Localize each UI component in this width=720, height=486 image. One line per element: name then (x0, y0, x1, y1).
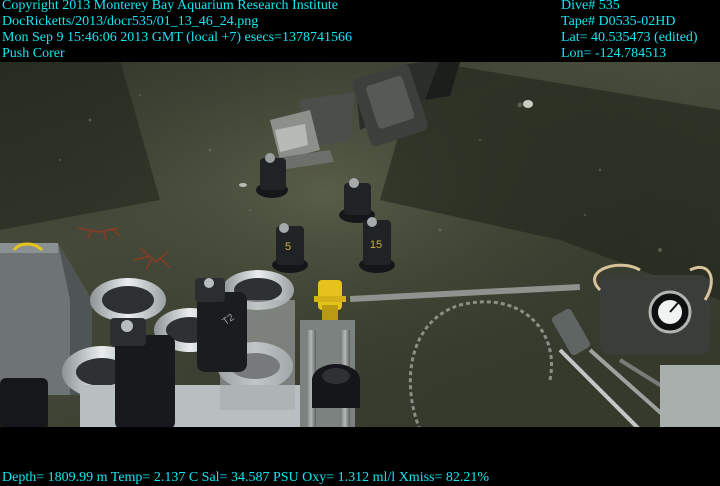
push-core: 15 (359, 217, 395, 273)
activity-line: Push Corer (2, 46, 65, 61)
longitude: Lon= -124.784513 (561, 46, 667, 61)
dive-number: Dive# 535 (561, 0, 620, 13)
video-frame: 5 15 T2 Copyright 2013 Monterey Bay Aqua… (0, 0, 720, 486)
core-label: 15 (370, 239, 382, 251)
latitude: Lat= 40.535473 (edited) (561, 30, 698, 45)
white-debris (239, 183, 247, 187)
instrument-housing (660, 365, 720, 430)
copyright-line: Copyright 2013 Monterey Bay Aquarium Res… (2, 0, 338, 13)
push-core-handle (0, 378, 48, 430)
seafloor-scene: 5 15 T2 (0, 0, 720, 486)
metadata-overlay-top-right: Dive# 535 Tape# D0535-02HD Lat= 40.53547… (561, 0, 698, 62)
sensor-readout: Depth= 1809.99 m Temp= 2.137 C Sal= 34.5… (2, 470, 490, 485)
push-core-held (256, 153, 288, 198)
core-label: 5 (285, 241, 291, 253)
metadata-overlay-top-left: Copyright 2013 Monterey Bay Aquarium Res… (2, 0, 352, 62)
push-core: 5 (272, 223, 308, 273)
image-path-line: DocRicketts/2013/docr535/01_13_46_24.png (2, 14, 259, 29)
timestamp-line: Mon Sep 9 15:46:06 2013 GMT (local +7) e… (2, 30, 352, 45)
tape-number: Tape# D0535-02HD (561, 14, 676, 29)
black-cap (312, 364, 360, 408)
push-core-handle: T2 (195, 278, 247, 372)
white-debris (523, 100, 533, 108)
